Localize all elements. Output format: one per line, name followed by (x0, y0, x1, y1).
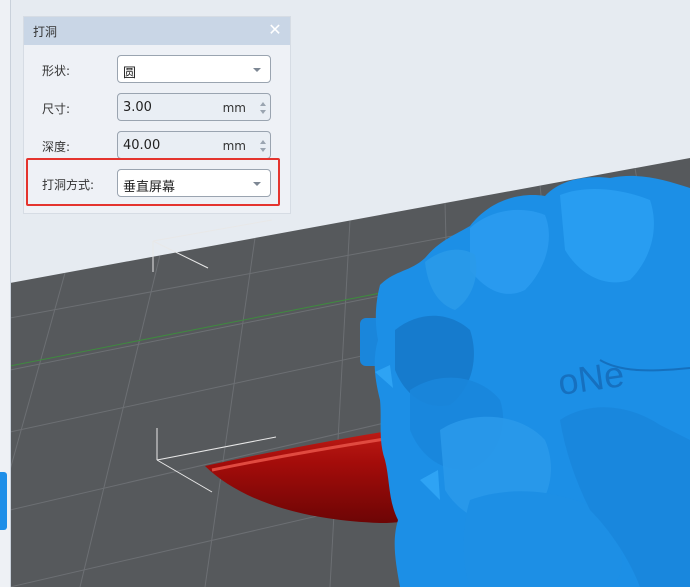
left-sidebar (0, 0, 11, 587)
panel-header: 打洞 ✕ (24, 17, 290, 45)
shape-select[interactable]: 圆 (117, 55, 271, 83)
size-spinbox[interactable]: 3.00 mm (117, 93, 271, 121)
chevron-down-icon (253, 68, 261, 72)
shape-value: 圆 (123, 66, 137, 81)
size-unit: mm (222, 101, 246, 115)
size-row: 尺寸: 3.00 mm (24, 93, 292, 123)
depth-unit: mm (222, 139, 246, 153)
depth-value: 40.00 (123, 138, 161, 153)
shape-row: 形状: 圆 (24, 55, 292, 85)
size-value: 3.00 (123, 100, 152, 115)
size-label: 尺寸: (42, 102, 71, 116)
spin-up-icon[interactable] (260, 140, 266, 144)
spin-up-icon[interactable] (260, 102, 266, 106)
depth-spinbox[interactable]: 40.00 mm (117, 131, 271, 159)
spin-down-icon[interactable] (260, 110, 266, 114)
panel-title: 打洞 (33, 25, 58, 39)
highlight-box (26, 158, 280, 206)
shape-label: 形状: (42, 64, 71, 78)
depth-row: 深度: 40.00 mm (24, 131, 292, 161)
close-icon[interactable]: ✕ (266, 21, 284, 39)
spin-down-icon[interactable] (260, 148, 266, 152)
sidebar-active-indicator (0, 472, 7, 530)
depth-label: 深度: (42, 140, 71, 154)
